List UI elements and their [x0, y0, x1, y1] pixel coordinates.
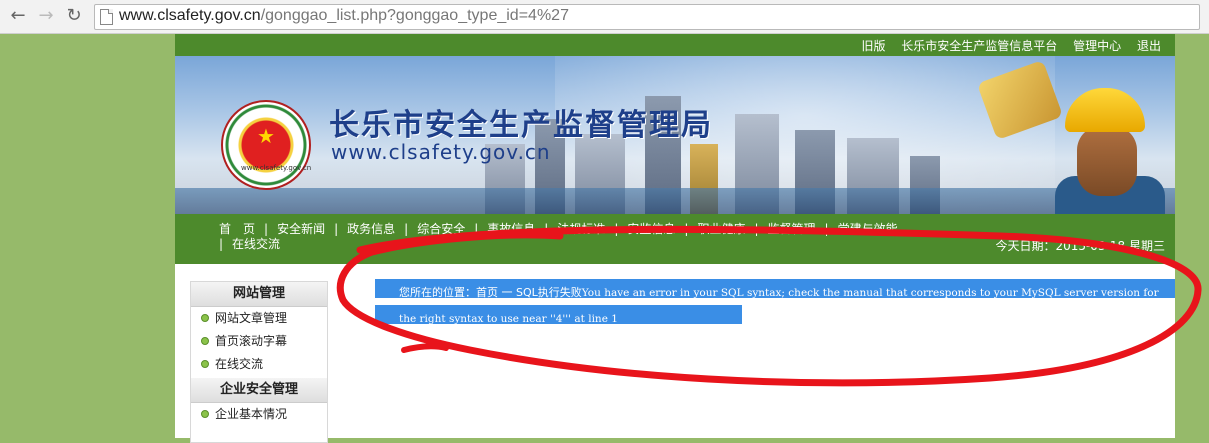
sidebar-item-label: 企业基本情况: [215, 407, 288, 421]
sidebar-item-label: 网站文章管理: [215, 311, 288, 325]
nav-item-occupational-health[interactable]: 职业健康: [697, 222, 745, 237]
sidebar-section-title: 企业安全管理: [191, 378, 327, 403]
bullet-icon: [201, 336, 209, 345]
nav-item-online-chat[interactable]: 在线交流: [232, 237, 280, 252]
page-icon: [100, 9, 113, 25]
current-date: 今天日期：2015-03-18 星期三: [995, 239, 1165, 253]
site-domain: www.clsafety.gov.cn: [331, 140, 551, 164]
admin-sidebar: 网站管理 网站文章管理 首页滚动字幕 在线交流 企业安全管理 企业基本情况: [190, 281, 328, 443]
sidebar-section-title: 网站管理: [191, 282, 327, 307]
nav-item-supervision-management[interactable]: 监督管理: [768, 222, 816, 237]
worker-arm: [976, 59, 1064, 141]
link-logout[interactable]: 退出: [1137, 39, 1161, 53]
reload-icon: ↻: [66, 5, 82, 26]
link-info-platform[interactable]: 长乐市安全生产监管信息平台: [901, 39, 1057, 53]
content-area: 网站管理 网站文章管理 首页滚动字幕 在线交流 企业安全管理 企业基本情况 您所…: [175, 264, 1175, 443]
url-domain: www.clsafety.gov.cn: [119, 7, 261, 24]
nav-item-comprehensive-safety[interactable]: 综合安全: [417, 222, 465, 237]
sql-error-message: 您所在的位置：首页 一 SQL执行失败You have an error in …: [399, 280, 1169, 332]
header-banner: ★ www.clsafety.gov.cn 长乐市安全生产监督管理局 www.c…: [175, 56, 1175, 214]
link-old-version[interactable]: 旧版: [861, 39, 885, 53]
sidebar-item-enterprise-info[interactable]: 企业基本情况: [191, 403, 327, 426]
nav-separator: |: [264, 222, 269, 236]
site-container: 旧版 长乐市安全生产监管信息平台 管理中心 退出 ★ www.clsafety.…: [175, 34, 1175, 443]
bullet-icon: [201, 359, 209, 368]
sidebar-item-label: 在线交流: [215, 357, 264, 371]
worker-face: [1077, 126, 1137, 196]
breadcrumb: 您所在的位置：首页 一 SQL执行失败: [399, 286, 582, 299]
forward-button[interactable]: →: [36, 6, 56, 26]
nav-separator: |: [544, 222, 549, 236]
main-nav: 首 页 | 安全新闻 | 政务信息 | 综合安全 | 事故信息 | 法规标准 | 安监信息 | 职业健康 | 监…: [175, 214, 1175, 264]
browser-toolbar: ← → ↻ www.clsafety.gov.cn/gonggao_list.p…: [0, 0, 1209, 34]
url-text[interactable]: www.clsafety.gov.cn/gonggao_list.php?gon…: [119, 7, 569, 25]
sidebar-item-article-management[interactable]: 网站文章管理: [191, 307, 327, 330]
nav-separator: |: [474, 222, 479, 236]
nav-item-safety-news[interactable]: 安全新闻: [277, 222, 325, 237]
arrow-right-icon: →: [38, 5, 54, 26]
sidebar-item-online-chat[interactable]: 在线交流: [191, 353, 327, 376]
nav-separator: |: [684, 222, 689, 236]
nav-separator: |: [754, 222, 759, 236]
nav-separator: |: [334, 222, 339, 236]
url-path: /gonggao_list.php?gonggao_type_id=4%27: [260, 7, 569, 24]
nav-menu: 首 页 | 安全新闻 | 政务信息 | 综合安全 | 事故信息 | 法规标准 | 安监信息 | 职业健康 | 监…: [219, 222, 939, 252]
bullet-icon: [201, 313, 209, 322]
nav-item-regulations[interactable]: 法规标准: [557, 222, 605, 237]
back-button[interactable]: ←: [8, 6, 28, 26]
site-emblem: ★ www.clsafety.gov.cn: [221, 100, 311, 190]
nav-separator: |: [219, 237, 224, 251]
worker-photo: [975, 56, 1175, 214]
link-admin-center[interactable]: 管理中心: [1073, 39, 1121, 53]
address-bar[interactable]: www.clsafety.gov.cn/gonggao_list.php?gon…: [94, 4, 1200, 30]
nav-separator: |: [404, 222, 409, 236]
emblem-text: www.clsafety.gov.cn: [241, 164, 312, 172]
sidebar-item-label: 首页滚动字幕: [215, 334, 288, 348]
top-links: 旧版 长乐市安全生产监管信息平台 管理中心 退出: [849, 37, 1161, 54]
reload-button[interactable]: ↻: [64, 6, 84, 26]
star-icon: ★: [257, 124, 275, 148]
nav-separator: |: [824, 222, 829, 236]
nav-item-accident-info[interactable]: 事故信息: [487, 222, 535, 237]
nav-separator: |: [614, 222, 619, 236]
nav-item-supervision-info[interactable]: 安监信息: [627, 222, 675, 237]
top-link-bar: 旧版 长乐市安全生产监管信息平台 管理中心 退出: [175, 34, 1175, 56]
site-title: 长乐市安全生产监督管理局: [329, 108, 713, 143]
hard-hat-icon: [1065, 88, 1145, 132]
sidebar-item-scrolling-captions[interactable]: 首页滚动字幕: [191, 330, 327, 353]
arrow-left-icon: ←: [10, 5, 26, 26]
nav-item-home[interactable]: 首 页: [219, 222, 255, 237]
nav-item-government-info[interactable]: 政务信息: [347, 222, 395, 237]
bullet-icon: [201, 409, 209, 418]
error-text-line1: You have an error in your SQL syntax; ch…: [581, 287, 1098, 299]
nav-item-party-building[interactable]: 党建与效能: [838, 222, 898, 237]
